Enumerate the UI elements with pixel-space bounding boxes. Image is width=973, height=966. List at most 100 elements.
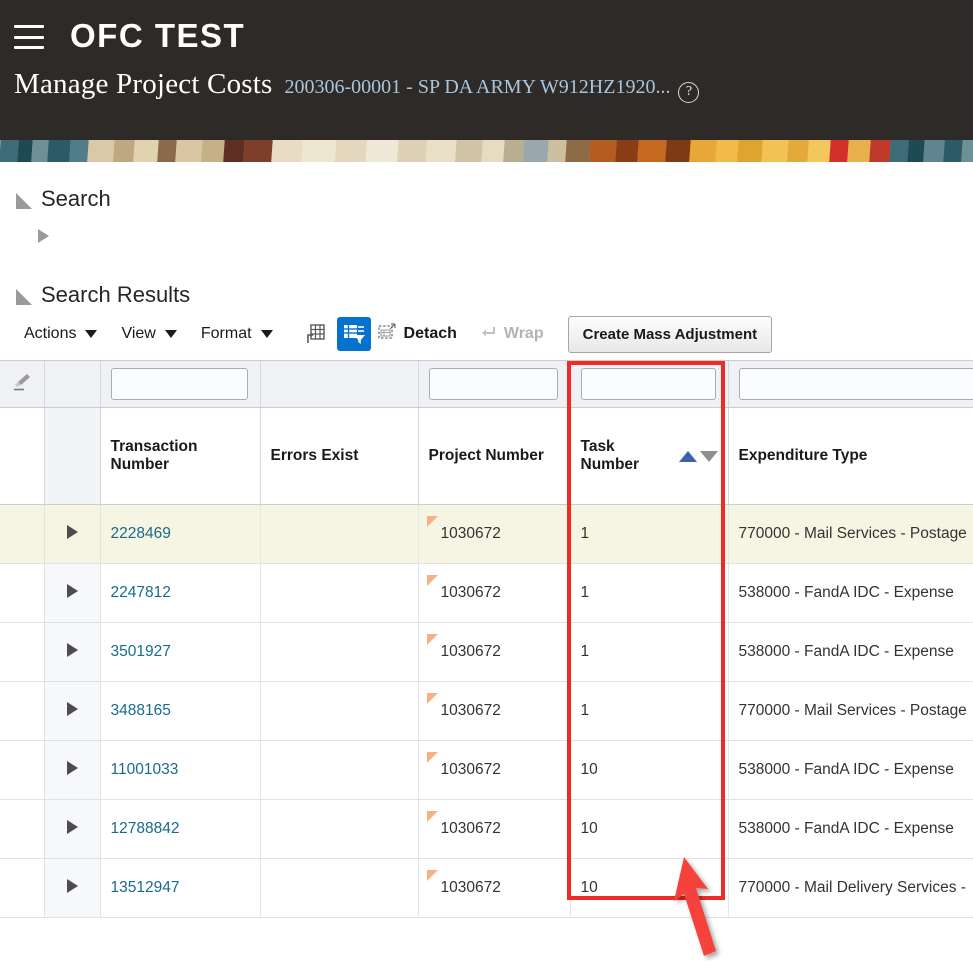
row-expand-cell[interactable] [44,741,100,800]
sort-ascending-icon[interactable] [679,451,697,462]
table-row[interactable]: 11001033 1030672 10 538000 - FandA IDC -… [0,741,973,800]
transaction-number-link[interactable]: 3488165 [111,702,171,719]
row-expand-triangle-icon[interactable] [67,643,78,657]
filter-input-transaction-number[interactable] [111,368,248,400]
cell-transaction-number: 12788842 [100,800,260,859]
filter-cell-project-number [418,361,570,408]
chevron-down-icon [165,330,177,338]
row-select-cell[interactable] [0,682,44,741]
transaction-number-link[interactable]: 2228469 [111,525,171,542]
row-expand-triangle-icon[interactable] [67,761,78,775]
brush-glyph [11,371,33,393]
transaction-number-link[interactable]: 2247812 [111,584,171,601]
column-header-row: Transaction Number Errors Exist Project … [0,408,973,505]
cell-transaction-number: 11001033 [100,741,260,800]
wrap-label: Wrap [504,325,544,343]
cell-task-number: 10 [570,859,728,918]
clear-filter-brush-icon [11,380,33,397]
column-header-errors-exist[interactable]: Errors Exist [260,408,418,505]
row-select-cell[interactable] [0,623,44,682]
view-menu-button[interactable]: View [121,325,176,343]
query-by-example-filter-icon[interactable] [337,317,371,351]
transaction-number-link[interactable]: 12788842 [111,820,180,837]
search-section-header[interactable]: Search [0,186,973,212]
format-menu-label: Format [201,325,252,343]
cell-expenditure-type: 770000 - Mail Services - Postage [728,505,973,564]
row-expand-triangle-icon[interactable] [67,525,78,539]
column-header-project-number[interactable]: Project Number [418,408,570,505]
transaction-number-link[interactable]: 11001033 [111,761,179,778]
detach-label: Detach [404,325,457,343]
required-field-corner-icon [427,870,438,881]
help-question-icon[interactable]: ? [678,82,699,103]
cell-expenditure-type: 538000 - FandA IDC - Expense [728,800,973,859]
transaction-number-link[interactable]: 3501927 [111,643,171,660]
cell-transaction-number: 2228469 [100,505,260,564]
sort-descending-icon[interactable] [700,451,718,462]
row-select-cell[interactable] [0,741,44,800]
column-header-label-expenditure-type: Expenditure Type [739,447,868,464]
filter-cell-expand [44,361,100,408]
actions-menu-button[interactable]: Actions [24,325,97,343]
row-select-cell[interactable] [0,505,44,564]
cell-errors-exist [260,741,418,800]
detach-button[interactable]: Detach [377,322,457,347]
page-title-row: Manage Project Costs 200306-00001 - SP D… [0,68,973,101]
row-expand-cell[interactable] [44,859,100,918]
create-mass-adjustment-button[interactable]: Create Mass Adjustment [568,316,773,353]
filter-cell-errors-exist [260,361,418,408]
collapse-triangle-icon [16,289,32,305]
cell-task-number: 10 [570,741,728,800]
wrap-glyph [477,322,497,342]
row-expand-cell[interactable] [44,800,100,859]
cell-project-number: 1030672 [418,800,570,859]
row-expand-triangle-icon[interactable] [67,584,78,598]
row-expand-cell[interactable] [44,623,100,682]
cell-errors-exist [260,859,418,918]
table-row[interactable]: 3501927 1030672 1 538000 - FandA IDC - E… [0,623,973,682]
search-results-section-header[interactable]: Search Results [0,282,973,308]
table-row[interactable]: 3488165 1030672 1 770000 - Mail Services… [0,682,973,741]
required-field-corner-icon [427,516,438,527]
row-expand-triangle-icon[interactable] [67,879,78,893]
filter-input-project-number[interactable] [429,368,558,400]
cell-task-number: 10 [570,800,728,859]
project-number-value: 1030672 [441,820,501,837]
row-expand-cell[interactable] [44,564,100,623]
brand-row: OFC TEST [0,0,973,72]
detach-glyph [377,322,397,342]
column-header-expenditure-type[interactable]: Expenditure Type [728,408,973,505]
transaction-number-link[interactable]: 13512947 [111,879,180,896]
clear-filter-cell[interactable] [0,361,44,408]
row-select-cell[interactable] [0,564,44,623]
filter-input-task-number[interactable] [581,368,716,400]
project-number-value: 1030672 [441,879,501,896]
row-select-cell[interactable] [0,859,44,918]
cell-task-number: 1 [570,505,728,564]
table-row[interactable]: 12788842 1030672 10 538000 - FandA IDC -… [0,800,973,859]
expand-triangle-icon[interactable] [38,229,49,243]
export-to-excel-glyph [302,322,326,346]
row-expand-triangle-icon[interactable] [67,702,78,716]
required-field-corner-icon [427,575,438,586]
table-row[interactable]: 13512947 1030672 10 770000 - Mail Delive… [0,859,973,918]
filter-input-expenditure-type[interactable] [739,368,973,400]
export-to-excel-icon[interactable] [297,317,331,351]
hamburger-menu-icon[interactable] [14,25,44,49]
required-field-corner-icon [427,811,438,822]
table-row[interactable]: 2247812 1030672 1 538000 - FandA IDC - E… [0,564,973,623]
wrap-button[interactable]: Wrap [477,322,544,347]
cell-transaction-number: 13512947 [100,859,260,918]
format-menu-button[interactable]: Format [201,325,273,343]
row-select-cell[interactable] [0,800,44,859]
row-expand-triangle-icon[interactable] [67,820,78,834]
row-expand-cell[interactable] [44,682,100,741]
column-header-label-errors-exist: Errors Exist [271,447,359,464]
cell-expenditure-type: 538000 - FandA IDC - Expense [728,564,973,623]
search-section-body [0,212,973,260]
table-row[interactable]: 2228469 1030672 1 770000 - Mail Services… [0,505,973,564]
required-field-corner-icon [427,693,438,704]
row-expand-cell[interactable] [44,505,100,564]
column-header-transaction-number[interactable]: Transaction Number [100,408,260,505]
column-header-task-number[interactable]: Task Number [570,408,728,505]
